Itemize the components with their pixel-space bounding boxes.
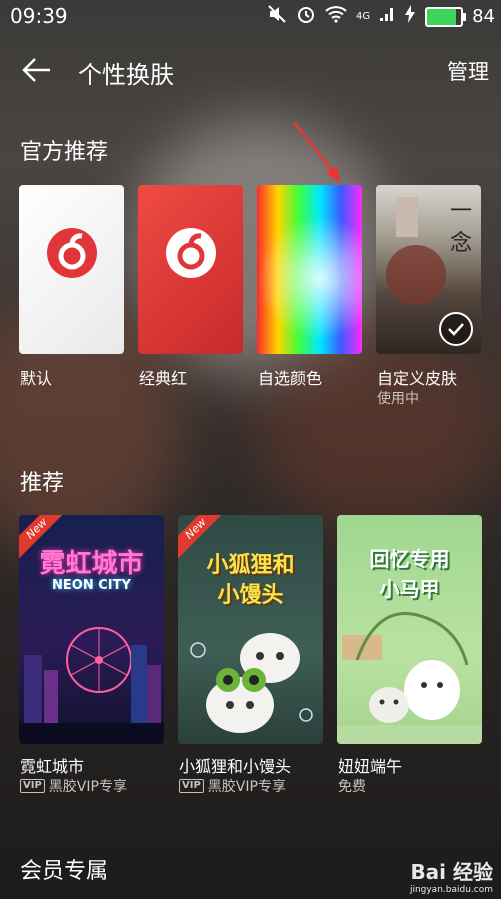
city-skyline-icon [19, 627, 164, 744]
mute-icon [267, 4, 287, 29]
status-icons: 4G 84 [267, 4, 495, 29]
skin-card-custom-color[interactable] [257, 185, 362, 354]
theme-sub-text: 黑胶VIP专享 [207, 779, 286, 795]
skin-label-custom-skin: 自定义皮肤 [377, 369, 458, 388]
netease-logo-icon [166, 228, 216, 278]
theme-sub-fox-bun: VIP 黑胶VIP专享 [179, 776, 286, 796]
battery-level [427, 8, 456, 25]
theme-label-neon-city: 霓虹城市 [20, 757, 85, 776]
back-button[interactable] [20, 53, 54, 87]
skin-label-default: 默认 [20, 369, 53, 388]
skin-label-custom-color: 自选颜色 [258, 369, 323, 388]
preview-text: 一念 [450, 199, 473, 256]
status-time: 09:39 [10, 4, 68, 28]
wifi-icon [325, 5, 347, 28]
member-section-title: 会员专属 [20, 859, 109, 884]
thumb-subtitle: NEON CITY [52, 578, 131, 593]
skin-card-custom-skin[interactable]: 一念 [376, 185, 481, 354]
skin-card-classic-red[interactable] [138, 185, 243, 354]
thumb-title-line2: 小馒头 [217, 583, 284, 608]
theme-card-neon-city[interactable]: New 霓虹城市 NEON CITY [19, 515, 164, 744]
thumb-title: 霓虹城市 [39, 549, 144, 579]
battery-percent: 84 [472, 6, 495, 27]
theme-sub-niuniu: 免费 [338, 779, 366, 795]
pixelated-face [396, 197, 418, 237]
theme-label-niuniu: 妞妞端午 [338, 757, 403, 776]
skin-status-in-use: 使用中 [377, 391, 419, 407]
cats-illustration-icon [190, 633, 313, 733]
network-type: 4G [355, 11, 371, 22]
theme-sub-text: 黑胶VIP专享 [48, 779, 127, 795]
theme-sub-neon-city: VIP 黑胶VIP专享 [20, 776, 127, 796]
theme-card-niuniu[interactable]: 回忆专用 小马甲 [337, 515, 482, 744]
annotation-arrow-icon [293, 121, 340, 183]
theme-card-fox-bun[interactable]: New 小狐狸和 小馒头 [178, 515, 323, 744]
watermark-sub: jingyan.baidu.com [409, 885, 493, 895]
arrow-left-icon [22, 58, 50, 82]
flower-decoration [386, 245, 446, 305]
baidu-watermark: Bai 经验 jingyan.baidu.com [410, 856, 493, 895]
selected-check-icon [439, 312, 473, 346]
thumb-title-line2: 小马甲 [379, 577, 440, 601]
skin-label-classic-red: 经典红 [139, 369, 188, 388]
theme-label-fox-bun: 小狐狸和小馒头 [179, 757, 292, 776]
skin-card-default[interactable] [19, 185, 124, 354]
vip-icon: VIP [20, 779, 45, 793]
signal-icon [379, 6, 395, 27]
vip-icon: VIP [179, 779, 204, 793]
page-title: 个性换肤 [78, 61, 174, 89]
thumb-title-line1: 小狐狸和 [206, 553, 295, 578]
watermark-main: Bai 经验 [410, 860, 493, 884]
thumb-title-line1: 回忆专用 [369, 547, 450, 571]
recommend-section-title: 推荐 [20, 471, 65, 496]
status-bar: 09:39 4G 84 [0, 0, 501, 32]
netease-logo-icon [47, 228, 97, 278]
niuniu-illustration-icon [337, 612, 482, 744]
manage-button[interactable]: 管理 [447, 56, 489, 86]
alarm-icon [296, 4, 316, 29]
official-section-title: 官方推荐 [20, 140, 109, 165]
charging-icon [404, 5, 416, 28]
battery-icon [425, 6, 467, 27]
app-bar: 个性换肤 管理 [0, 36, 501, 104]
